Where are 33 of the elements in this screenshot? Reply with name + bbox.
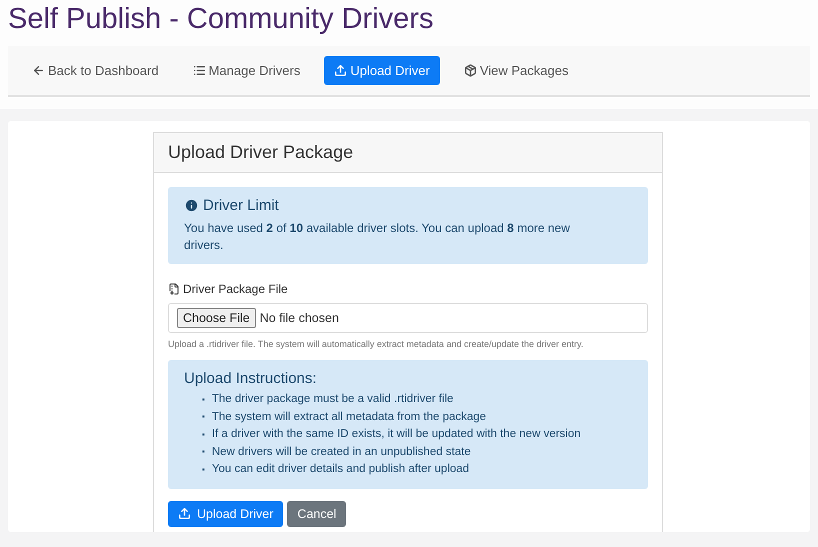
instruction-item: You can edit driver details and publish after upload	[212, 462, 470, 477]
arrow-left-icon	[32, 64, 45, 77]
bullet-icon: ▪	[202, 430, 205, 440]
page-title: Self Publish - Community Drivers	[8, 4, 434, 34]
file-status: No file chosen	[260, 311, 339, 325]
instruction-item: If a driver with the same ID exists, it will be updated with the new version	[212, 427, 581, 442]
instruction-item: The driver package must be a valid .rtidriver file	[212, 392, 454, 407]
instruction-item: New drivers will be created in an unpublished state	[212, 444, 471, 460]
list-icon	[192, 64, 206, 77]
field-label: Driver Package File	[183, 282, 288, 296]
alert-title: Driver Limit	[203, 197, 279, 214]
box-icon	[464, 64, 477, 77]
nav-tab[interactable]: Upload Driver	[324, 56, 440, 85]
file-icon	[168, 283, 180, 295]
cancel-button[interactable]: Cancel	[287, 500, 346, 526]
choose-file-button[interactable]: Choose File	[177, 308, 256, 328]
upload-button[interactable]: Upload Driver	[168, 500, 284, 526]
bullet-icon: ▪	[202, 464, 205, 475]
nav-tab[interactable]: Back to Dashboard	[22, 56, 169, 85]
info-icon	[184, 198, 199, 213]
file-input[interactable]: Choose File No file chosen	[168, 303, 648, 333]
help-text: Upload a .rtidriver file. The system will automatically extract metadata and create/update the driver entry.	[168, 338, 584, 351]
upload-icon	[178, 507, 191, 520]
instruction-item: The system will extract all metadata from the package	[212, 410, 486, 424]
bullet-icon: ▪	[202, 412, 205, 422]
nav-tab[interactable]: Manage Drivers	[182, 56, 310, 85]
card-title: Upload Driver Package	[154, 133, 662, 173]
instructions-title: Upload Instructions:	[184, 370, 318, 387]
alert-text: You have used 2 of 10 available driver slots. You can upload 8 more new drivers.	[184, 220, 571, 254]
upload-icon	[334, 64, 348, 77]
nav-tab[interactable]: View Packages	[454, 56, 578, 85]
bullet-icon: ▪	[202, 394, 205, 405]
bullet-icon: ▪	[202, 447, 205, 458]
